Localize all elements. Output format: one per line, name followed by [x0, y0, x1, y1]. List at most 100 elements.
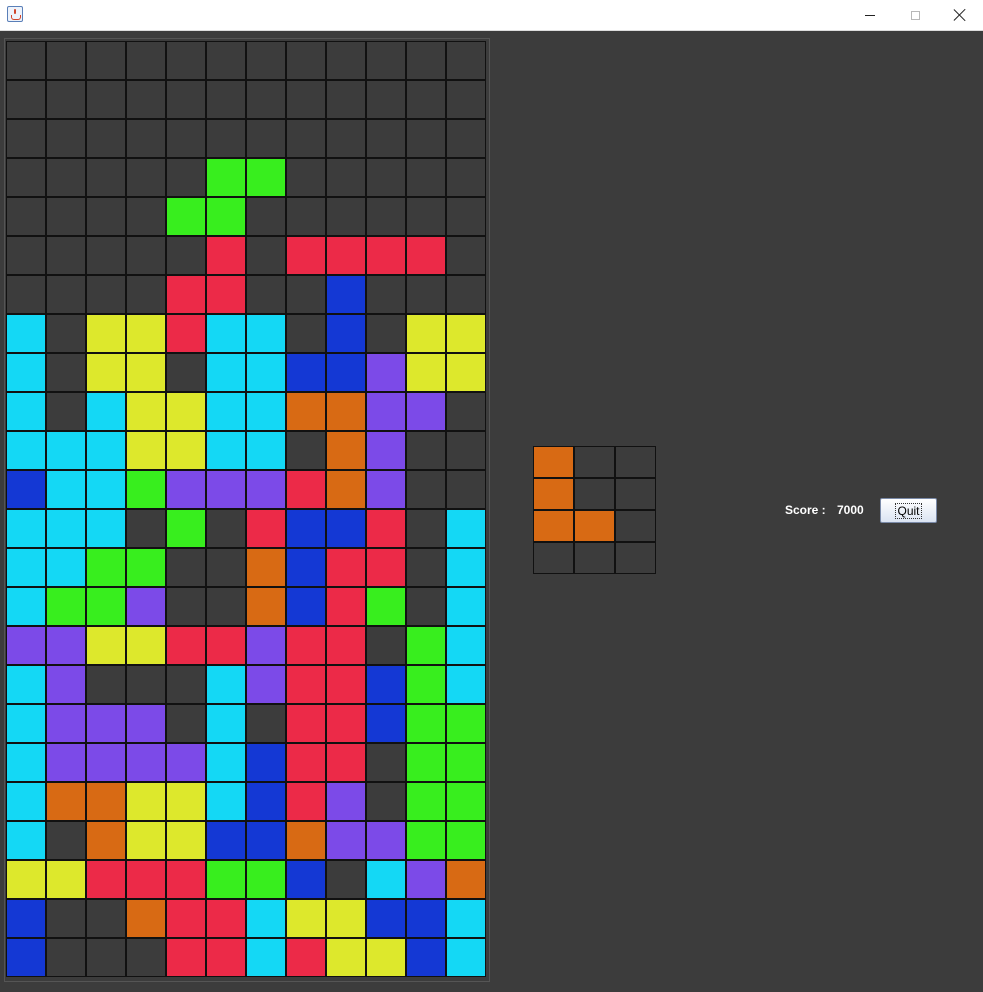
game-board: [6, 41, 486, 977]
java-cup-icon: [7, 6, 23, 22]
board-cell-empty: [206, 119, 246, 158]
board-cell-empty: [286, 119, 326, 158]
close-button[interactable]: [937, 0, 983, 30]
board-cell-empty: [126, 509, 166, 548]
board-cell-block: [6, 314, 46, 353]
board-cell-empty: [446, 119, 486, 158]
board-cell-empty: [326, 80, 366, 119]
board-cell-empty: [366, 41, 406, 80]
board-cell-block: [126, 470, 166, 509]
board-cell-block: [246, 392, 286, 431]
board-cell-empty: [446, 41, 486, 80]
board-cell-block: [206, 782, 246, 821]
board-cell-empty: [446, 80, 486, 119]
board-cell-empty: [86, 80, 126, 119]
board-cell-block: [126, 821, 166, 860]
board-cell-block: [46, 431, 86, 470]
board-cell-block: [126, 314, 166, 353]
board-cell-block: [46, 782, 86, 821]
board-cell-block: [326, 353, 366, 392]
board-cell-block: [46, 548, 86, 587]
board-cell-block: [6, 860, 46, 899]
board-cell-block: [446, 626, 486, 665]
board-cell-block: [6, 548, 46, 587]
board-cell-block: [406, 314, 446, 353]
board-cell-block: [126, 704, 166, 743]
board-cell-block: [406, 236, 446, 275]
board-cell-empty: [326, 860, 366, 899]
board-cell-block: [366, 470, 406, 509]
board-cell-empty: [126, 197, 166, 236]
board-cell-empty: [406, 470, 446, 509]
board-cell-empty: [6, 236, 46, 275]
board-cell-block: [446, 704, 486, 743]
board-cell-empty: [46, 197, 86, 236]
board-cell-block: [206, 470, 246, 509]
board-cell-block: [246, 821, 286, 860]
board-cell-empty: [86, 119, 126, 158]
board-cell-block: [126, 548, 166, 587]
board-cell-block: [326, 938, 366, 977]
board-cell-empty: [206, 548, 246, 587]
board-cell-block: [86, 704, 126, 743]
board-cell-block: [406, 899, 446, 938]
board-cell-block: [286, 236, 326, 275]
board-cell-block: [46, 626, 86, 665]
board-cell-empty: [326, 197, 366, 236]
board-cell-block: [286, 587, 326, 626]
board-cell-block: [126, 353, 166, 392]
board-cell-block: [326, 665, 366, 704]
board-cell-block: [446, 587, 486, 626]
board-cell-block: [326, 587, 366, 626]
minimize-button[interactable]: [847, 0, 893, 30]
board-cell-block: [406, 665, 446, 704]
board-cell-empty: [286, 431, 326, 470]
board-cell-block: [6, 743, 46, 782]
board-cell-empty: [46, 41, 86, 80]
quit-button[interactable]: Quit: [880, 498, 937, 523]
board-cell-empty: [166, 353, 206, 392]
board-cell-empty: [406, 431, 446, 470]
preview-cell-block: [574, 510, 615, 542]
board-cell-block: [246, 626, 286, 665]
board-cell-empty: [126, 236, 166, 275]
board-cell-block: [86, 431, 126, 470]
board-cell-block: [406, 704, 446, 743]
board-cell-block: [6, 938, 46, 977]
board-cell-block: [286, 782, 326, 821]
board-cell-empty: [126, 275, 166, 314]
board-cell-empty: [86, 158, 126, 197]
maximize-icon: [910, 10, 920, 20]
board-cell-empty: [6, 197, 46, 236]
board-cell-block: [246, 431, 286, 470]
board-cell-block: [206, 275, 246, 314]
board-cell-block: [406, 743, 446, 782]
board-cell-empty: [166, 80, 206, 119]
preview-cell-empty: [615, 510, 656, 542]
board-cell-block: [166, 821, 206, 860]
board-cell-block: [6, 353, 46, 392]
board-cell-block: [446, 899, 486, 938]
board-cell-block: [366, 509, 406, 548]
board-cell-empty: [286, 314, 326, 353]
board-cell-empty: [366, 314, 406, 353]
board-cell-block: [406, 626, 446, 665]
maximize-button[interactable]: [892, 0, 938, 30]
board-cell-empty: [86, 41, 126, 80]
board-cell-block: [406, 782, 446, 821]
board-cell-empty: [166, 665, 206, 704]
board-cell-block: [86, 626, 126, 665]
preview-cell-empty: [574, 446, 615, 478]
board-cell-empty: [246, 80, 286, 119]
board-cell-empty: [366, 119, 406, 158]
preview-cell-empty: [574, 478, 615, 510]
board-cell-empty: [286, 41, 326, 80]
board-cell-block: [6, 626, 46, 665]
board-cell-block: [206, 899, 246, 938]
board-cell-block: [286, 899, 326, 938]
board-cell-block: [246, 665, 286, 704]
board-cell-empty: [406, 275, 446, 314]
board-cell-block: [246, 353, 286, 392]
board-cell-empty: [166, 41, 206, 80]
board-cell-block: [446, 860, 486, 899]
